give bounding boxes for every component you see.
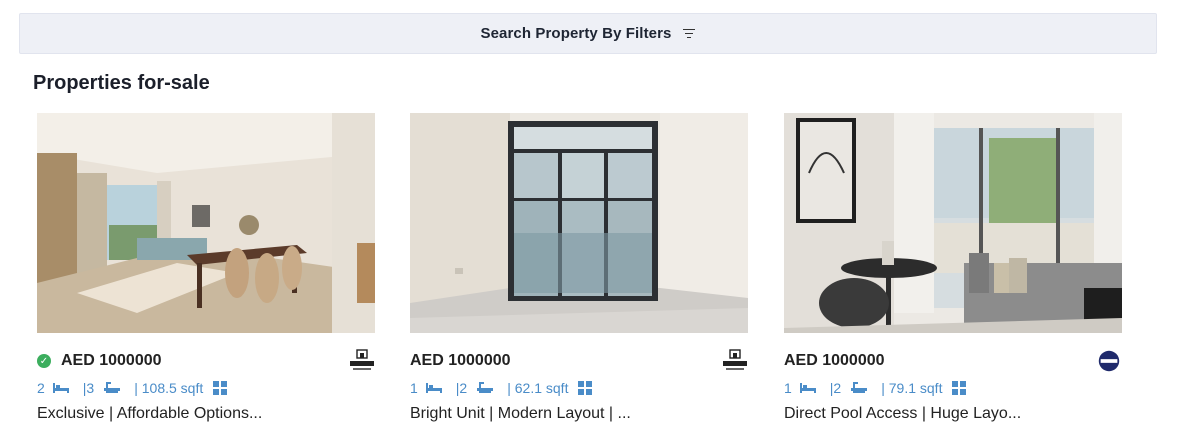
area-size: | 79.1 sqft	[881, 380, 943, 396]
bed-icon	[799, 382, 816, 394]
property-card[interactable]: ✓ AED 1000000 2 |3 | 108.5 sqft Exclusiv…	[37, 113, 377, 433]
price: AED 1000000	[61, 352, 162, 369]
bathrooms-count: |2	[829, 380, 842, 396]
bedrooms-count: 2	[37, 380, 45, 396]
property-photo[interactable]	[784, 113, 1122, 333]
property-photo[interactable]	[410, 113, 748, 333]
property-title[interactable]: Bright Unit | Modern Layout | ...	[410, 405, 631, 423]
area-grid-icon	[213, 381, 228, 395]
filter-icon	[682, 28, 696, 39]
area-size: | 62.1 sqft	[507, 380, 569, 396]
property-photo[interactable]	[37, 113, 375, 333]
property-specs: 1 |2 | 79.1 sqft	[784, 379, 980, 397]
section-title: Properties for-sale	[33, 72, 210, 94]
filter-bar-label: Search Property By Filters	[480, 25, 672, 42]
property-title[interactable]: Direct Pool Access | Huge Layo...	[784, 405, 1021, 423]
area-grid-icon	[578, 381, 593, 395]
bath-icon	[477, 381, 494, 395]
price: AED 1000000	[410, 352, 511, 369]
property-card[interactable]: AED 1000000 1 |2 | 79.1 sqft Direct Pool…	[784, 113, 1124, 433]
agency-logo[interactable]	[1096, 349, 1122, 373]
bath-icon	[104, 381, 121, 395]
area-size: | 108.5 sqft	[134, 380, 204, 396]
property-title[interactable]: Exclusive | Affordable Options...	[37, 405, 262, 423]
bathrooms-count: |3	[82, 380, 95, 396]
property-specs: 1 |2 | 62.1 sqft	[410, 379, 606, 397]
bedrooms-count: 1	[784, 380, 792, 396]
bathrooms-count: |2	[455, 380, 468, 396]
agency-logo[interactable]	[722, 349, 748, 373]
search-filters-button[interactable]: Search Property By Filters	[19, 13, 1157, 54]
bath-icon	[851, 381, 868, 395]
verified-check-icon: ✓	[37, 354, 51, 368]
agency-logo[interactable]	[349, 349, 375, 373]
bedrooms-count: 1	[410, 380, 418, 396]
bed-icon	[52, 382, 69, 394]
price: AED 1000000	[784, 352, 885, 369]
bed-icon	[425, 382, 442, 394]
property-specs: 2 |3 | 108.5 sqft	[37, 379, 241, 397]
property-card[interactable]: AED 1000000 1 |2 | 62.1 sqft Bright Unit…	[410, 113, 750, 433]
area-grid-icon	[952, 381, 967, 395]
